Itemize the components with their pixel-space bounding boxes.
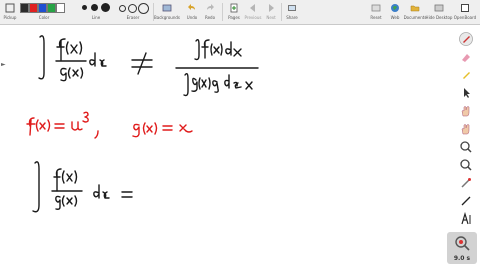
top-toolbar: Pickup Color Line Eraser Backgrounds Und…	[0, 0, 480, 25]
redo-button[interactable]: Redo	[202, 0, 218, 24]
line-group: Line	[80, 0, 112, 24]
pages-label: Pages	[228, 15, 240, 20]
zoom-value: 9.0 s	[453, 255, 471, 262]
color-label: Color	[38, 15, 50, 20]
eraser-label: Eraser	[126, 15, 140, 20]
share-label: Share	[286, 15, 298, 20]
backgrounds-label: Backgrounds	[154, 15, 180, 20]
openboard-label: OpenBoard	[453, 15, 477, 20]
previous-label: Previous	[244, 15, 262, 20]
zoom-in-tool-icon[interactable]	[459, 140, 473, 154]
redo-icon	[207, 4, 214, 10]
previous-arrow-icon	[250, 4, 255, 12]
color-swatch-blue[interactable]	[38, 3, 47, 13]
handwriting-layer	[26, 35, 259, 213]
pickup-label: Pickup	[3, 15, 17, 20]
line-label: Line	[91, 15, 101, 20]
toolbar-separator	[281, 3, 282, 21]
backgrounds-icon	[162, 4, 172, 12]
red-definitions	[26, 111, 193, 139]
web-label: Web	[390, 15, 400, 20]
hide-desktop-icon	[434, 4, 444, 12]
documents-button[interactable]: Documents	[403, 0, 427, 24]
next-arrow-icon	[269, 4, 274, 12]
documents-folder-icon	[410, 5, 420, 12]
pointer-tool-icon[interactable]	[459, 86, 473, 100]
formula-integral-of-quotient	[38, 35, 259, 97]
color-swatch-green[interactable]	[47, 3, 56, 13]
eraser-group: Eraser	[117, 0, 149, 24]
undo-icon	[188, 4, 195, 10]
eraser-tool-icon[interactable]	[459, 50, 473, 64]
share-button[interactable]: Share	[284, 0, 300, 24]
pickup-button[interactable]: Pickup	[2, 0, 18, 24]
undo-label: Undo	[186, 15, 198, 20]
eraser-large-button[interactable]	[138, 3, 149, 14]
whiteboard-canvas[interactable]: ► 9.0 s	[0, 25, 477, 270]
eraser-small-button[interactable]	[119, 5, 126, 12]
line-medium-button[interactable]	[91, 4, 98, 11]
line-tool-icon[interactable]	[459, 194, 473, 208]
openboard-button[interactable]: OpenBoard	[452, 0, 478, 24]
hand-tool-icon[interactable]	[459, 104, 473, 118]
reset-label: Reset	[370, 15, 382, 20]
hide-desktop-button[interactable]: Hide Desktop	[425, 0, 453, 24]
next-button[interactable]: Next	[263, 0, 279, 24]
color-swatch-red[interactable]	[29, 3, 38, 13]
globe-icon	[391, 4, 399, 12]
color-swatch-black[interactable]	[20, 3, 29, 13]
text-tool-icon[interactable]	[459, 212, 473, 226]
next-label: Next	[266, 15, 276, 20]
pen-tool-icon[interactable]	[459, 32, 473, 46]
highlighter-tool-icon[interactable]	[459, 68, 473, 82]
undo-button[interactable]: Undo	[184, 0, 200, 24]
toolbar-separator	[222, 3, 223, 21]
pages-button[interactable]: Pages	[226, 0, 242, 24]
web-button[interactable]: Web	[387, 0, 403, 24]
hide-desktop-label: Hide Desktop	[425, 15, 453, 20]
redo-label: Redo	[204, 15, 216, 20]
reset-button[interactable]: Reset	[368, 0, 384, 24]
pages-icon	[230, 3, 238, 13]
zoom-out-tool-icon[interactable]	[459, 158, 473, 172]
eraser-medium-button[interactable]	[128, 4, 137, 13]
share-icon	[288, 5, 296, 11]
laser-pointer-tool-icon[interactable]	[459, 176, 473, 190]
color-group: Color	[20, 0, 68, 24]
pickup-icon	[5, 3, 15, 13]
reset-icon	[371, 4, 381, 12]
line-thin-button[interactable]	[82, 5, 87, 10]
right-tool-palette	[455, 28, 477, 242]
backgrounds-button[interactable]: Backgrounds	[154, 0, 180, 24]
formula-integral-bottom	[32, 161, 133, 213]
openboard-logo-icon	[461, 4, 469, 12]
hand-pan-tool-icon[interactable]	[459, 122, 473, 136]
documents-label: Documents	[403, 15, 427, 20]
line-thick-button[interactable]	[101, 3, 110, 12]
previous-button[interactable]: Previous	[244, 0, 262, 24]
color-swatch-white[interactable]	[56, 3, 65, 13]
